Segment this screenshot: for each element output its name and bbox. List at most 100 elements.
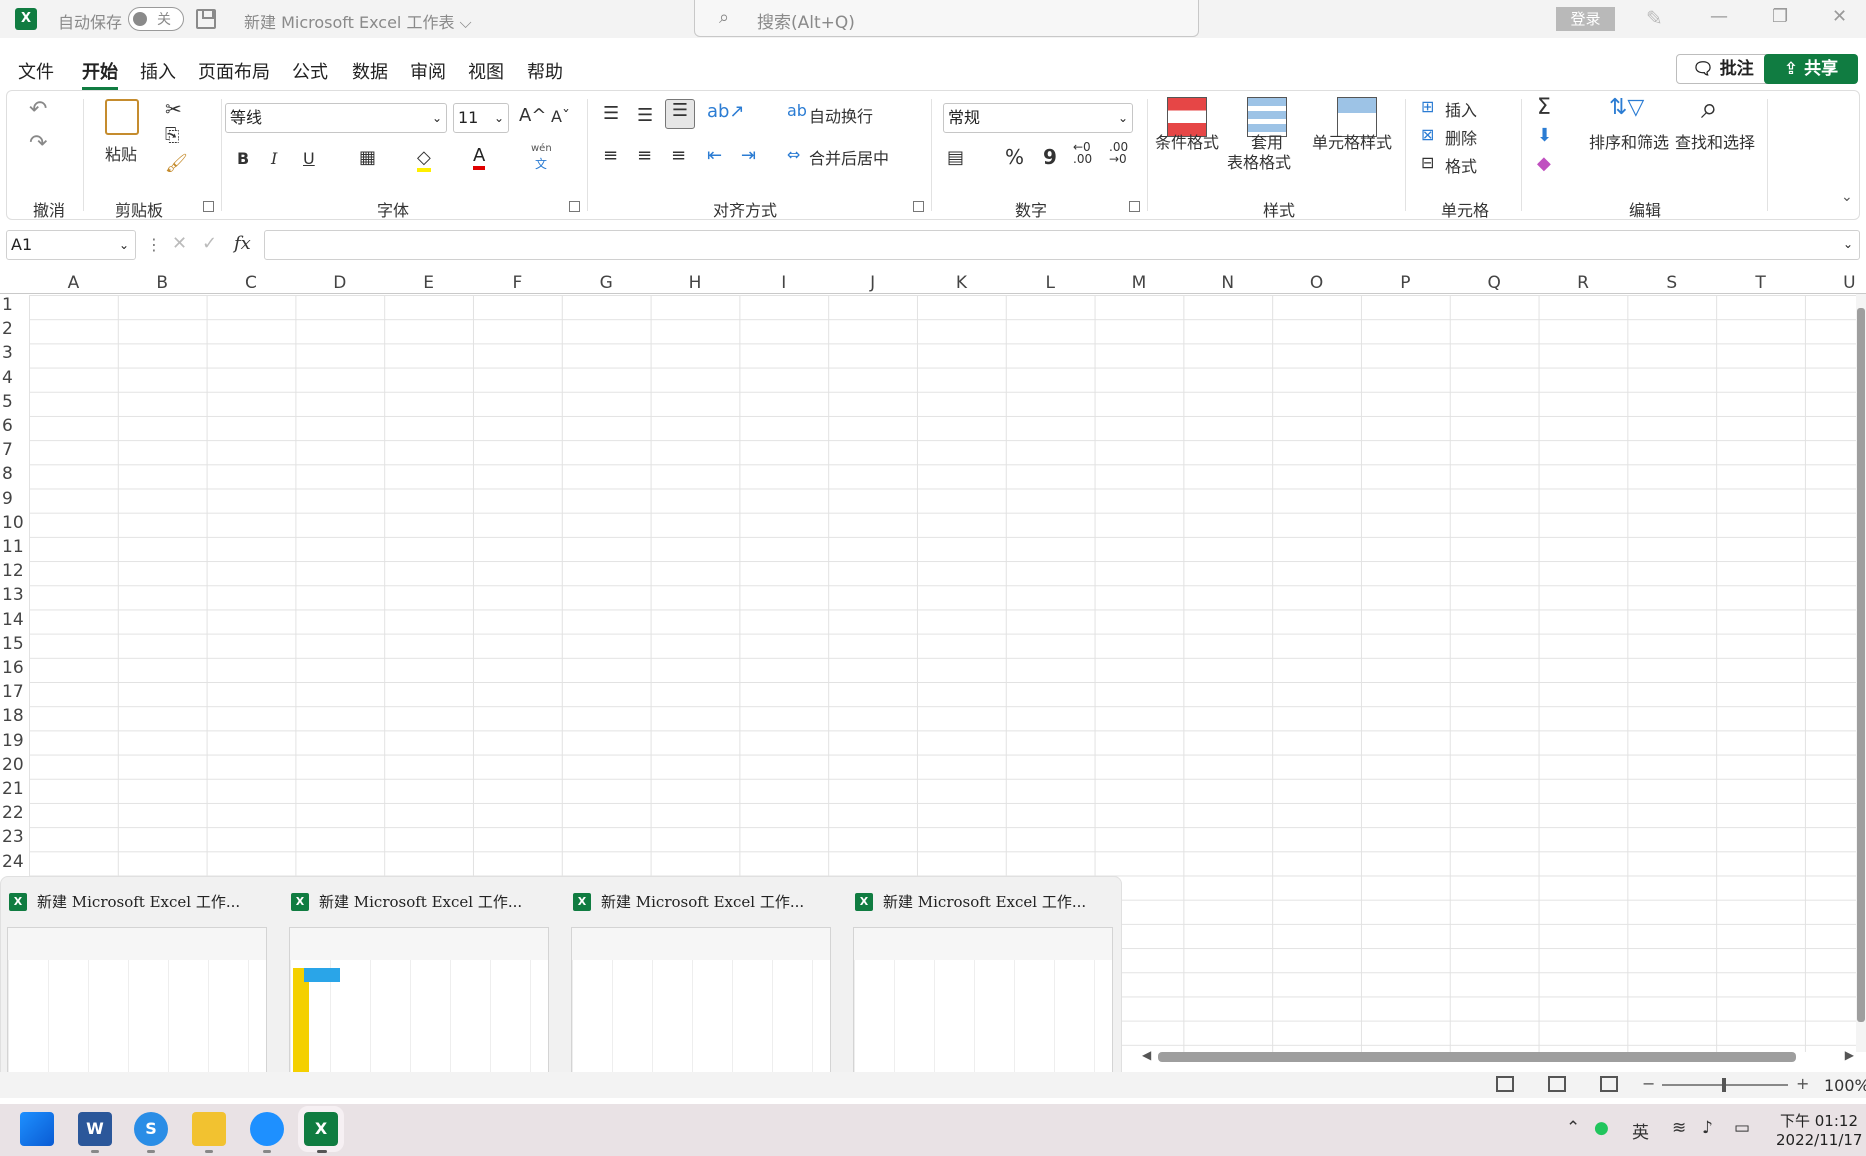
row-header[interactable]: 2 (0, 319, 28, 343)
cut-icon[interactable]: ✂ (165, 97, 182, 121)
insert-cells-icon[interactable]: ⊞ (1421, 97, 1434, 116)
column-header[interactable]: S (1627, 272, 1716, 294)
tab-view[interactable]: 视图 (468, 58, 504, 84)
insert-cells-button[interactable]: 插入 (1445, 97, 1477, 121)
column-header[interactable]: L (1006, 272, 1095, 294)
increase-decimal-button[interactable]: ←0.00 (1073, 141, 1092, 165)
copy-icon[interactable]: ⎘ (165, 125, 179, 146)
column-header[interactable]: D (295, 272, 384, 294)
find-select-button[interactable]: 查找和选择 (1675, 129, 1755, 153)
column-header[interactable]: O (1272, 272, 1361, 294)
accounting-format-icon[interactable]: ▤ (947, 147, 964, 168)
column-header[interactable]: Q (1450, 272, 1539, 294)
format-as-table-line2[interactable]: 表格格式 (1227, 149, 1291, 173)
normal-view-icon[interactable] (1496, 1076, 1514, 1092)
clock-date[interactable]: 2022/11/17 (1776, 1131, 1862, 1149)
thumbnail-window[interactable]: X 新建 Microsoft Excel 工作... (847, 877, 1129, 1091)
comma-style-button[interactable]: 9 (1043, 145, 1057, 169)
browser-icon[interactable] (250, 1112, 284, 1146)
zoom-level[interactable]: 100% (1824, 1076, 1866, 1095)
font-size-dropdown[interactable]: 11 ⌄ (453, 103, 509, 133)
search-box[interactable]: ⌕ 搜索(Alt+Q) (694, 0, 1199, 37)
row-header[interactable]: 5 (0, 392, 28, 416)
row-header[interactable]: 17 (0, 682, 28, 706)
column-header[interactable]: R (1539, 272, 1628, 294)
align-top-icon[interactable]: ☰ (603, 103, 619, 124)
increase-font-icon[interactable]: A^ (519, 105, 546, 126)
merge-icon[interactable]: ⇔ (787, 145, 800, 164)
fill-color-icon[interactable]: ◇ (417, 147, 431, 172)
row-header[interactable]: 24 (0, 852, 28, 876)
scroll-thumb[interactable] (1158, 1052, 1796, 1062)
comments-button[interactable]: 🗨 批注 (1676, 54, 1770, 84)
column-header[interactable]: U (1805, 272, 1866, 294)
align-right-icon[interactable]: ≡ (671, 145, 686, 166)
column-header[interactable]: H (651, 272, 740, 294)
phonetic-guide-icon[interactable]: wén (531, 143, 552, 154)
column-header[interactable]: G (562, 272, 651, 294)
word-icon[interactable]: W (78, 1112, 112, 1146)
align-left-icon[interactable]: ≡ (603, 145, 618, 166)
italic-button[interactable]: I (271, 149, 277, 168)
font-launcher-icon[interactable] (569, 201, 580, 212)
percent-button[interactable]: % (1005, 145, 1024, 169)
row-header[interactable]: 15 (0, 634, 28, 658)
share-button[interactable]: ⇪ 共享 (1764, 54, 1858, 84)
ribbon-expand-icon[interactable]: ⌄ (1841, 189, 1853, 205)
minimize-icon[interactable]: — (1710, 6, 1728, 27)
column-header[interactable]: C (207, 272, 296, 294)
tab-page-layout[interactable]: 页面布局 (198, 58, 270, 84)
cell-styles-button[interactable]: 单元格样式 (1312, 129, 1392, 153)
tab-help[interactable]: 帮助 (527, 58, 563, 84)
clear-icon[interactable]: ◆ (1537, 153, 1551, 174)
thumbnail-window[interactable]: X 新建 Microsoft Excel 工作... (283, 877, 565, 1091)
sort-filter-button[interactable]: 排序和筛选 (1589, 129, 1669, 153)
decrease-decimal-button[interactable]: .00 →0 (1109, 141, 1128, 165)
scroll-left-icon[interactable]: ◀ (1142, 1048, 1151, 1062)
file-explorer-icon[interactable] (192, 1112, 226, 1146)
wifi-icon[interactable]: ≋ (1672, 1118, 1686, 1138)
horizontal-scrollbar[interactable]: ◀ ▶ (1140, 1048, 1858, 1064)
column-header[interactable]: N (1183, 272, 1272, 294)
column-header[interactable]: K (917, 272, 1006, 294)
alignment-launcher-icon[interactable] (913, 201, 924, 212)
thumbnail-window[interactable]: X 新建 Microsoft Excel 工作... (1, 877, 283, 1091)
redo-icon[interactable]: ↷ (29, 131, 47, 156)
pen-icon[interactable]: ✎ (1646, 6, 1663, 30)
zoom-slider-knob[interactable] (1722, 1078, 1726, 1092)
clock-time[interactable]: 下午 01:12 (1780, 1110, 1858, 1131)
underline-button[interactable]: U (303, 149, 315, 168)
cancel-icon[interactable]: ✕ (172, 233, 187, 254)
scroll-thumb[interactable] (1857, 308, 1865, 1022)
sogou-icon[interactable]: S (134, 1112, 168, 1146)
font-name-dropdown[interactable]: 等线 ⌄ (225, 103, 447, 133)
login-button[interactable]: 登录 (1556, 7, 1615, 31)
row-header[interactable]: 23 (0, 827, 28, 851)
ime-indicator[interactable]: 英 (1632, 1118, 1649, 1143)
increase-indent-icon[interactable]: ⇥ (741, 145, 756, 166)
row-header[interactable]: 13 (0, 585, 28, 609)
sort-filter-icon[interactable]: ⇅▽ (1609, 95, 1644, 120)
paste-icon[interactable] (105, 99, 139, 135)
name-box[interactable]: A1 ⌄ (6, 230, 136, 260)
row-header[interactable]: 20 (0, 755, 28, 779)
close-icon[interactable]: ✕ (1832, 6, 1847, 27)
align-middle-icon[interactable]: ☰ (637, 105, 653, 126)
vertical-scrollbar[interactable] (1856, 294, 1866, 1052)
wrap-text-icon[interactable]: ab (787, 101, 807, 120)
row-header[interactable]: 21 (0, 779, 28, 803)
column-header[interactable]: M (1095, 272, 1184, 294)
zoom-out-icon[interactable]: − (1642, 1074, 1655, 1093)
formula-input[interactable]: ⌄ (264, 230, 1860, 260)
tab-home[interactable]: 开始 (82, 58, 118, 90)
page-break-view-icon[interactable] (1600, 1076, 1618, 1092)
start-icon[interactable] (20, 1112, 54, 1146)
tab-insert[interactable]: 插入 (140, 58, 176, 84)
row-header[interactable]: 10 (0, 513, 28, 537)
autosave-toggle[interactable]: 关 (128, 7, 184, 31)
decrease-font-icon[interactable]: Aˇ (551, 107, 570, 126)
excel-taskbar-icon[interactable]: X (298, 1106, 344, 1152)
column-header[interactable]: I (739, 272, 828, 294)
undo-icon[interactable]: ↶ (29, 97, 47, 122)
row-header[interactable]: 1 (0, 295, 28, 319)
